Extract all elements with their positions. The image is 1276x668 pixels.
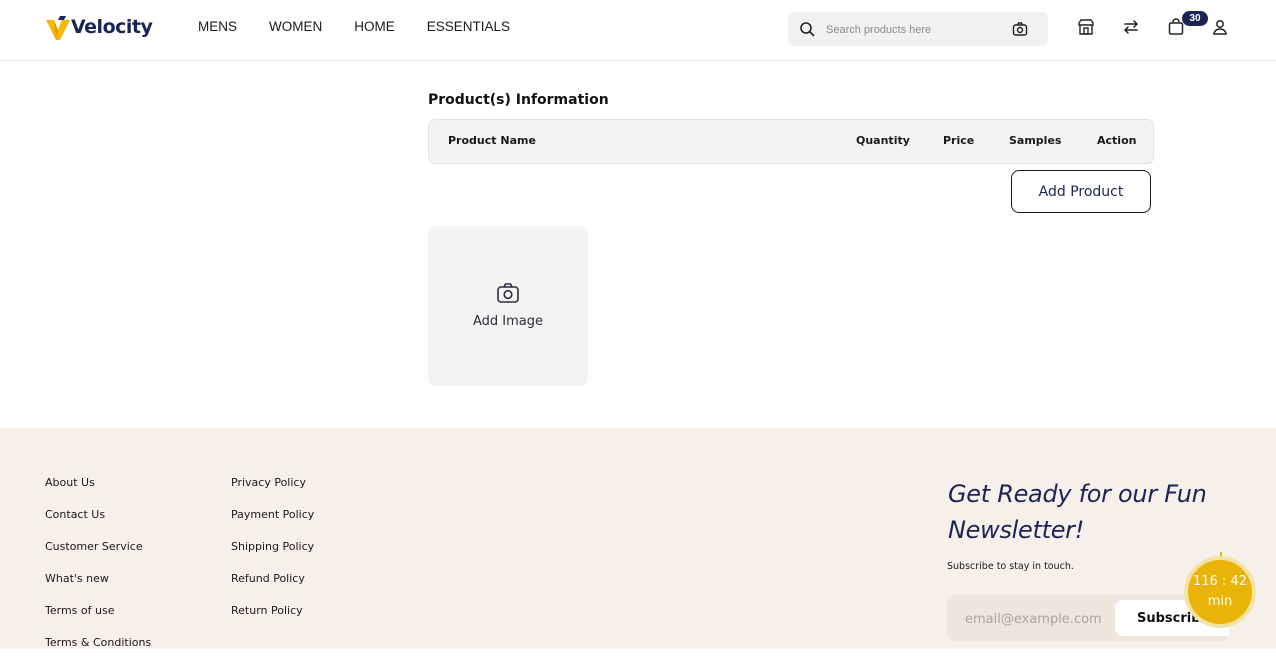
add-image-label: Add Image [472,314,543,329]
footer-link-terms-conditions[interactable]: Terms & Conditions [45,636,151,668]
email-input[interactable] [963,608,1117,630]
brand-logo[interactable]: Velocity [46,14,153,40]
th-samples: Samples [1009,134,1062,147]
nav-women[interactable]: WOMEN [269,19,322,34]
session-timer[interactable]: 116 : 42 min [1188,560,1252,624]
footer-link-customer-service[interactable]: Customer Service [45,540,151,572]
newsletter-title: Get Ready for our Fun Newsletter! [948,480,1207,544]
timer-time: 116 : 42 [1193,574,1247,589]
th-quantity: Quantity [856,134,910,147]
section-title: Product(s) Information [428,92,609,108]
th-price: Price [943,134,975,147]
nav-home[interactable]: HOME [354,19,395,34]
add-image-button[interactable]: Add Image [428,226,588,386]
timer-unit: min [1207,594,1233,609]
footer-link-refund[interactable]: Refund Policy [231,572,314,604]
cart-count-badge: 30 [1182,11,1208,26]
swap-icon[interactable] [1122,18,1140,36]
newsletter-subtitle: Subscribe to stay in touch. [947,561,1074,572]
newsletter-form: Subscribe [947,595,1229,641]
footer-link-whats-new[interactable]: What's new [45,572,151,604]
footer-link-return[interactable]: Return Policy [231,604,314,636]
search-icon[interactable] [799,21,815,37]
footer-link-payment[interactable]: Payment Policy [231,508,314,540]
footer-link-privacy[interactable]: Privacy Policy [231,476,314,508]
site-header: Velocity MENS WOMEN HOME ESSENTIALS 30 [0,0,1276,61]
camera-icon [497,283,519,303]
velocity-logo-icon [46,16,70,40]
brand-name: Velocity [71,16,153,38]
footer-link-contact[interactable]: Contact Us [45,508,151,540]
footer-link-shipping[interactable]: Shipping Policy [231,540,314,572]
camera-icon[interactable] [1012,21,1028,37]
th-product-name: Product Name [448,134,536,147]
search-input[interactable] [824,19,1008,41]
nav-mens[interactable]: MENS [198,19,237,34]
product-table-header: Product Name Quantity Price Samples Acti… [428,119,1154,164]
site-footer: About Us Contact Us Customer Service Wha… [0,428,1276,649]
footer-links-col-1: About Us Contact Us Customer Service Wha… [45,476,151,668]
user-icon[interactable] [1211,18,1229,36]
add-product-button[interactable]: Add Product [1011,170,1151,213]
main-nav: MENS WOMEN HOME ESSENTIALS [198,19,542,34]
nav-essentials[interactable]: ESSENTIALS [427,19,510,34]
store-icon[interactable] [1077,18,1095,36]
th-action: Action [1097,134,1137,147]
footer-links-col-2: Privacy Policy Payment Policy Shipping P… [231,476,314,636]
footer-link-about[interactable]: About Us [45,476,151,508]
footer-link-terms-of-use[interactable]: Terms of use [45,604,151,636]
search-bar [788,12,1048,46]
